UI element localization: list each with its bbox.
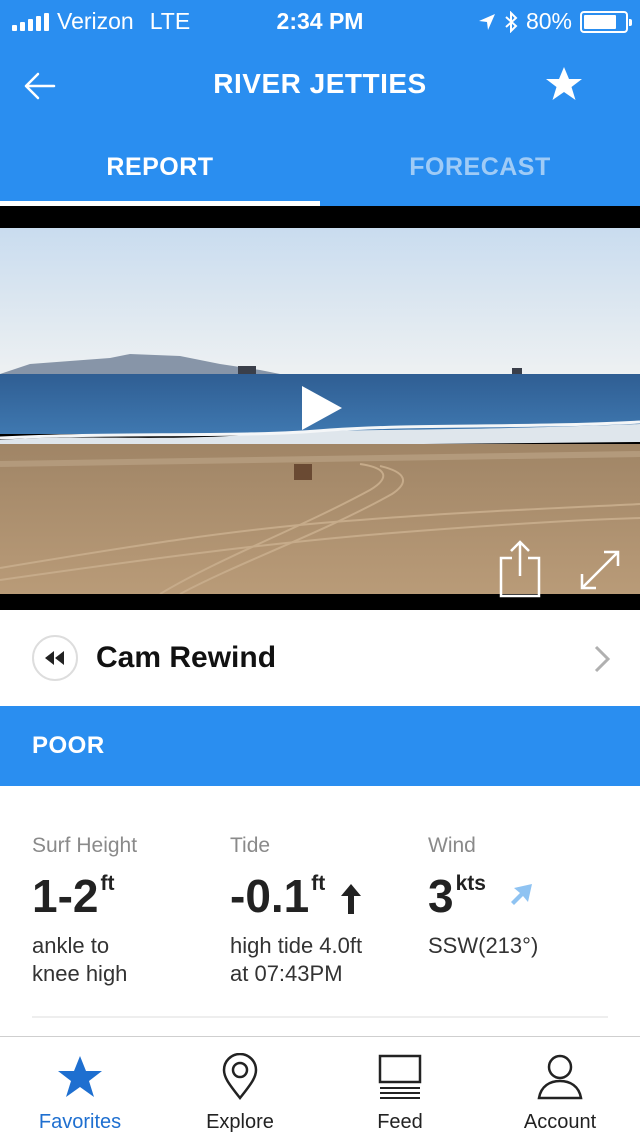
favorite-star-icon[interactable] <box>544 64 584 104</box>
rewind-button <box>32 635 78 681</box>
surf-height-unit: ft <box>100 872 115 895</box>
conditions-panel: Surf Height 1-2 ft ankle to knee high Ti… <box>0 786 640 1036</box>
wind-value: 3 <box>428 870 454 922</box>
rewind-icon <box>45 651 64 665</box>
wind-label: Wind <box>428 834 476 857</box>
share-icon[interactable] <box>498 540 542 598</box>
tab-account-label: Account <box>523 1111 597 1133</box>
tide-next-time: at 07:43PM <box>230 961 343 986</box>
bottom-tab-bar: Favorites Explore Feed Account <box>0 1036 640 1136</box>
tide-block: Tide -0.1 ft high tide 4.0ft at 07:43PM <box>230 834 426 988</box>
surf-height-value: 1-2 <box>32 870 99 922</box>
nav-bar: RIVER JETTIES <box>0 50 640 122</box>
tide-next-high: high tide 4.0ft <box>230 933 363 958</box>
person-icon <box>537 1054 583 1100</box>
surf-height-description: ankle to knee high <box>32 933 128 986</box>
tide-label: Tide <box>230 834 271 857</box>
location-icon <box>478 13 495 30</box>
wind-unit: kts <box>455 872 486 895</box>
tab-explore-label: Explore <box>206 1111 274 1133</box>
status-bar: Verizon LTE 2:34 PM 80% <box>0 0 640 40</box>
play-icon[interactable] <box>300 384 344 432</box>
expand-icon[interactable] <box>576 546 624 594</box>
cam-rewind-label: Cam Rewind <box>96 641 277 674</box>
tab-feed-label: Feed <box>377 1111 423 1133</box>
star-icon <box>58 1056 102 1097</box>
tab-forecast-label: FORECAST <box>409 153 551 181</box>
map-pin-icon <box>222 1053 258 1101</box>
chevron-right-icon <box>594 645 611 673</box>
tab-favorites[interactable]: Favorites <box>0 1037 160 1136</box>
surf-height-label: Surf Height <box>32 834 138 857</box>
tab-feed[interactable]: Feed <box>320 1037 480 1136</box>
surf-height-block: Surf Height 1-2 ft ankle to knee high <box>32 834 228 988</box>
tab-account[interactable]: Account <box>480 1037 640 1136</box>
tide-unit: ft <box>311 872 326 895</box>
tab-favorites-label: Favorites <box>38 1111 122 1133</box>
divider <box>32 1016 608 1018</box>
app-header: Verizon LTE 2:34 PM 80% RIVER JETTIES RE… <box>0 0 640 206</box>
battery-percent: 80% <box>525 8 572 34</box>
bluetooth-icon <box>505 10 518 33</box>
battery-icon <box>580 10 632 33</box>
surf-rating-banner: POOR <box>0 706 640 786</box>
tab-forecast[interactable]: FORECAST <box>320 128 640 206</box>
report-forecast-tabs: REPORT FORECAST <box>0 128 640 206</box>
tide-rising-arrow-icon <box>341 884 362 914</box>
tab-report[interactable]: REPORT <box>0 128 320 206</box>
cam-rewind-row[interactable]: Cam Rewind <box>0 610 640 706</box>
feed-icon <box>378 1054 422 1099</box>
wind-direction-arrow-icon <box>510 884 532 905</box>
surf-rating-label: POOR <box>32 732 105 759</box>
tab-report-label: REPORT <box>106 153 214 181</box>
wind-block: Wind 3 kts SSW(213°) <box>428 834 624 960</box>
tide-value: -0.1 <box>230 870 310 922</box>
wind-direction: SSW(213°) <box>428 933 539 958</box>
tab-explore[interactable]: Explore <box>160 1037 320 1136</box>
